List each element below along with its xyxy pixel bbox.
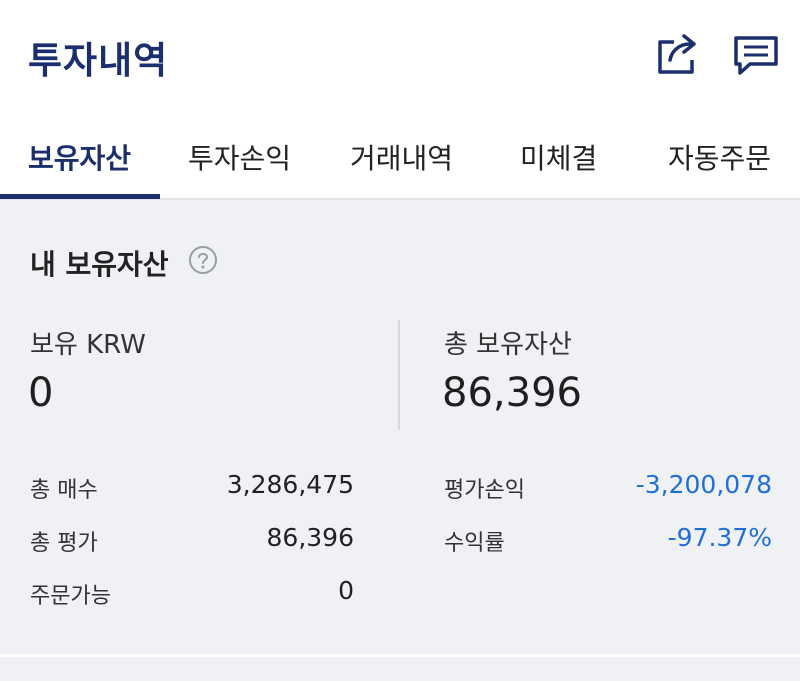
app-header: 투자내역 <box>0 0 800 110</box>
vertical-divider <box>398 320 400 430</box>
orderable-value: 0 <box>338 576 354 605</box>
total-valuation-value: 86,396 <box>266 523 354 552</box>
chat-icon[interactable] <box>732 30 780 78</box>
total-valuation-label: 총 평가 <box>30 531 98 556</box>
tab-holdings[interactable]: 보유자산 <box>28 137 131 177</box>
section-title: 내 보유자산 <box>30 248 169 281</box>
total-purchase-value: 3,286,475 <box>226 470 354 499</box>
total-assets-label: 총 보유자산 <box>444 330 572 360</box>
tab-transactions[interactable]: 거래내역 <box>350 137 453 177</box>
total-assets-value: 86,396 <box>442 370 582 416</box>
tab-auto-order[interactable]: 자동주문 <box>668 137 771 177</box>
page-title: 투자내역 <box>28 39 169 82</box>
krw-label: 보유 KRW <box>30 330 146 360</box>
valuation-pl-value: -3,200,078 <box>635 470 772 499</box>
help-icon[interactable] <box>188 245 218 275</box>
return-rate-label: 수익률 <box>444 531 505 556</box>
section-divider <box>0 654 800 657</box>
return-rate-value: -97.37% <box>667 523 772 552</box>
orderable-label: 주문가능 <box>30 584 111 609</box>
active-tab-indicator <box>0 194 160 199</box>
total-purchase-label: 총 매수 <box>30 478 98 503</box>
valuation-pl-label: 평가손익 <box>444 478 525 503</box>
krw-value: 0 <box>28 370 54 416</box>
share-icon[interactable] <box>654 30 702 78</box>
tab-bar: 보유자산 투자손익 거래내역 미체결 자동주문 <box>0 110 800 200</box>
tab-pending-orders[interactable]: 미체결 <box>520 137 597 177</box>
tab-profit-loss[interactable]: 투자손익 <box>188 137 291 177</box>
